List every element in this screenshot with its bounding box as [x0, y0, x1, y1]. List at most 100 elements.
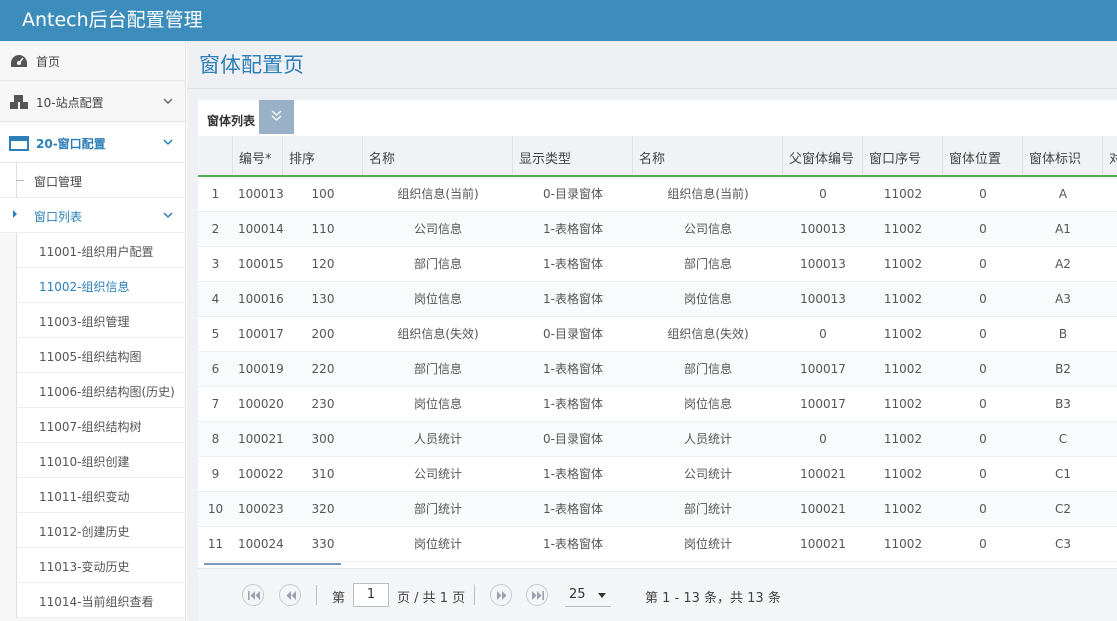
- sidebar-leaf-item[interactable]: 11006-组织结构图(历史): [16, 373, 185, 408]
- sidebar: 首页 10-站点配置 20-窗口配置 窗口管理 窗口列表 11001-组织用户配…: [0, 41, 186, 621]
- sidebar-item-site-config[interactable]: 10-站点配置: [0, 82, 185, 122]
- column-header[interactable]: 显示类型: [513, 136, 633, 175]
- sidebar-leaf-item[interactable]: 11001-组织用户配置: [16, 233, 185, 268]
- table-cell: 组织信息(失效): [397, 327, 479, 341]
- table-cell: 公司信息: [683, 222, 732, 236]
- page-number-input[interactable]: 1: [353, 583, 389, 607]
- column-header[interactable]: 窗体标识: [1023, 136, 1103, 175]
- table-row[interactable]: 8 100021 300 人员统计 0-目录窗体 人员统计 0 11002 0 C: [198, 422, 1117, 457]
- table-row[interactable]: 10 100023 320 部门统计 1-表格窗体 部门统计 100021 11002 0 C2: [198, 492, 1117, 527]
- column-header-label: 排序: [289, 152, 316, 167]
- sidebar-leaf-item[interactable]: 11013-变动历史: [16, 548, 185, 583]
- table-row[interactable]: 4 100016 130 岗位信息 1-表格窗体 岗位信息 100013 11002 0 A3: [198, 282, 1117, 317]
- main-content: 窗体配置页 窗体列表 编号* 排序 名称 显示类型 名称 父窗体编号 窗口序号 窗体位置 窗体标…: [187, 41, 1117, 621]
- sidebar-item-window-manage[interactable]: 窗口管理: [0, 163, 185, 198]
- table-cell: 部门统计: [683, 502, 732, 516]
- sidebar-leaf-item[interactable]: 11010-组织创建: [16, 443, 185, 478]
- table-cell: 3: [211, 257, 220, 271]
- top-header: Antech后台配置管理: [0, 0, 1117, 41]
- table-cell: 100013: [800, 292, 846, 306]
- table-cell: 岗位信息: [413, 397, 462, 411]
- column-header[interactable]: 窗口序号: [863, 136, 943, 175]
- table-cell: 11: [207, 537, 224, 551]
- table-cell: 组织信息(当前): [667, 187, 749, 201]
- sidebar-leaf-item[interactable]: 11007-组织结构树: [16, 408, 185, 443]
- column-header[interactable]: 父窗体编号: [783, 136, 863, 175]
- sidebar-item-label: 首页: [36, 55, 61, 69]
- table-cell: 1-表格窗体: [543, 537, 603, 551]
- column-header-label: 名称: [639, 152, 666, 167]
- sidebar-leaf-label: 11011-组织变动: [39, 490, 130, 504]
- table-cell: 100: [311, 187, 335, 201]
- table-cell: 0: [979, 467, 987, 481]
- column-header[interactable]: 编号*: [233, 136, 283, 175]
- table-cell: 100021: [800, 467, 846, 481]
- next-page-button[interactable]: [490, 584, 512, 606]
- sidebar-leaf-item[interactable]: 11012-创建历史: [16, 513, 185, 548]
- column-header-label: 编号*: [239, 152, 272, 167]
- sidebar-leaf-item[interactable]: 11002-组织信息: [16, 268, 185, 303]
- table-row[interactable]: 2 100014 110 公司信息 1-表格窗体 公司信息 100013 11002 0 A1: [198, 212, 1117, 247]
- table-cell: 0: [819, 327, 827, 341]
- table-row[interactable]: 11 100024 330 岗位统计 1-表格窗体 岗位统计 100021 11002 0 C3: [198, 527, 1117, 562]
- page-size-value: 25: [569, 587, 586, 602]
- sidebar-leaf-item[interactable]: 11011-组织变动: [16, 478, 185, 513]
- table-cell: 0: [979, 292, 987, 306]
- table-row[interactable]: 3 100015 120 部门信息 1-表格窗体 部门信息 100013 11002 0 A2: [198, 247, 1117, 282]
- prev-page-button[interactable]: [279, 584, 301, 606]
- table-cell: A: [1058, 187, 1068, 201]
- horizontal-scrollbar[interactable]: [204, 563, 341, 565]
- sidebar-leaf-label: 11014-当前组织查看: [39, 595, 154, 609]
- tab-window-list[interactable]: 窗体列表: [207, 112, 255, 129]
- column-header[interactable]: 名称: [633, 136, 783, 175]
- table-cell: 110: [311, 222, 335, 236]
- sidebar-leaf-item[interactable]: 11014-当前组织查看: [16, 583, 185, 618]
- table-cell: 11002: [883, 327, 923, 341]
- column-header[interactable]: 窗体位置: [943, 136, 1023, 175]
- table-cell: 0-目录窗体: [543, 327, 603, 341]
- sidebar-leaf-label: 11013-变动历史: [39, 560, 130, 574]
- app-title: Antech后台配置管理: [22, 9, 203, 31]
- table-cell: 11002: [883, 537, 923, 551]
- table-row[interactable]: 7 100020 230 岗位信息 1-表格窗体 岗位信息 100017 11002 0 B3: [198, 387, 1117, 422]
- table-row[interactable]: 1 100013 100 组织信息(当前) 0-目录窗体 组织信息(当前) 0 11002 0 A: [198, 177, 1117, 212]
- table-cell: 岗位信息: [683, 397, 732, 411]
- table-row[interactable]: 6 100019 220 部门信息 1-表格窗体 部门信息 100017 11002 0 B2: [198, 352, 1117, 387]
- table-cell: 人员统计: [683, 432, 732, 446]
- last-page-button[interactable]: [526, 584, 548, 606]
- sidebar-leaf-item[interactable]: 11003-组织管理: [16, 303, 185, 338]
- column-header[interactable]: 排序: [283, 136, 363, 175]
- first-page-button[interactable]: [242, 584, 264, 606]
- dropdown-arrow-icon: [598, 593, 606, 598]
- table-row[interactable]: 5 100017 200 组织信息(失效) 0-目录窗体 组织信息(失效) 0 11002 0 B: [198, 317, 1117, 352]
- cubes-icon: [10, 95, 28, 109]
- table-cell: 岗位信息: [683, 292, 732, 306]
- page-header: 窗体配置页: [187, 41, 1117, 89]
- sidebar-item-window-list[interactable]: 窗口列表: [0, 198, 185, 233]
- table-row[interactable]: 9 100022 310 公司统计 1-表格窗体 公司统计 100021 11002 0 C1: [198, 457, 1117, 492]
- table-cell: 120: [311, 257, 335, 271]
- tree-line: [16, 180, 24, 181]
- table-cell: 100013: [800, 257, 846, 271]
- table-cell: A3: [1055, 292, 1071, 306]
- column-header[interactable]: 对: [1103, 136, 1117, 175]
- first-page-icon: [248, 591, 260, 600]
- table-cell: 11002: [883, 257, 923, 271]
- table-cell: C3: [1054, 537, 1071, 551]
- sidebar-leaf-item[interactable]: 11005-组织结构图: [16, 338, 185, 373]
- column-header-label: 对: [1109, 152, 1117, 167]
- table-cell: 8: [211, 432, 220, 446]
- chevron-down-icon: [163, 98, 173, 105]
- table-cell: 11002: [883, 222, 923, 236]
- column-header[interactable]: 名称: [363, 136, 513, 175]
- table-cell: 部门信息: [683, 362, 732, 376]
- sidebar-item-window-config[interactable]: 20-窗口配置: [0, 123, 185, 163]
- table-cell: 9: [211, 467, 220, 481]
- page-size-select[interactable]: 25: [565, 583, 611, 607]
- table-cell: 岗位统计: [683, 537, 732, 551]
- sidebar-item-home[interactable]: 首页: [0, 41, 185, 81]
- collapse-toggle-button[interactable]: [259, 100, 294, 134]
- chevron-down-icon: [163, 139, 173, 146]
- table-cell: 200: [311, 327, 335, 341]
- table-cell: 5: [211, 327, 220, 341]
